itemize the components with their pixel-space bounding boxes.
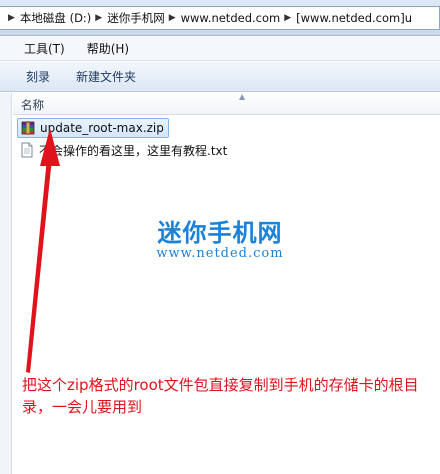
annotation-text: 把这个zip格式的root文件包直接复制到手机的存储卡的根目录，一会儿要用到 [22, 376, 419, 416]
